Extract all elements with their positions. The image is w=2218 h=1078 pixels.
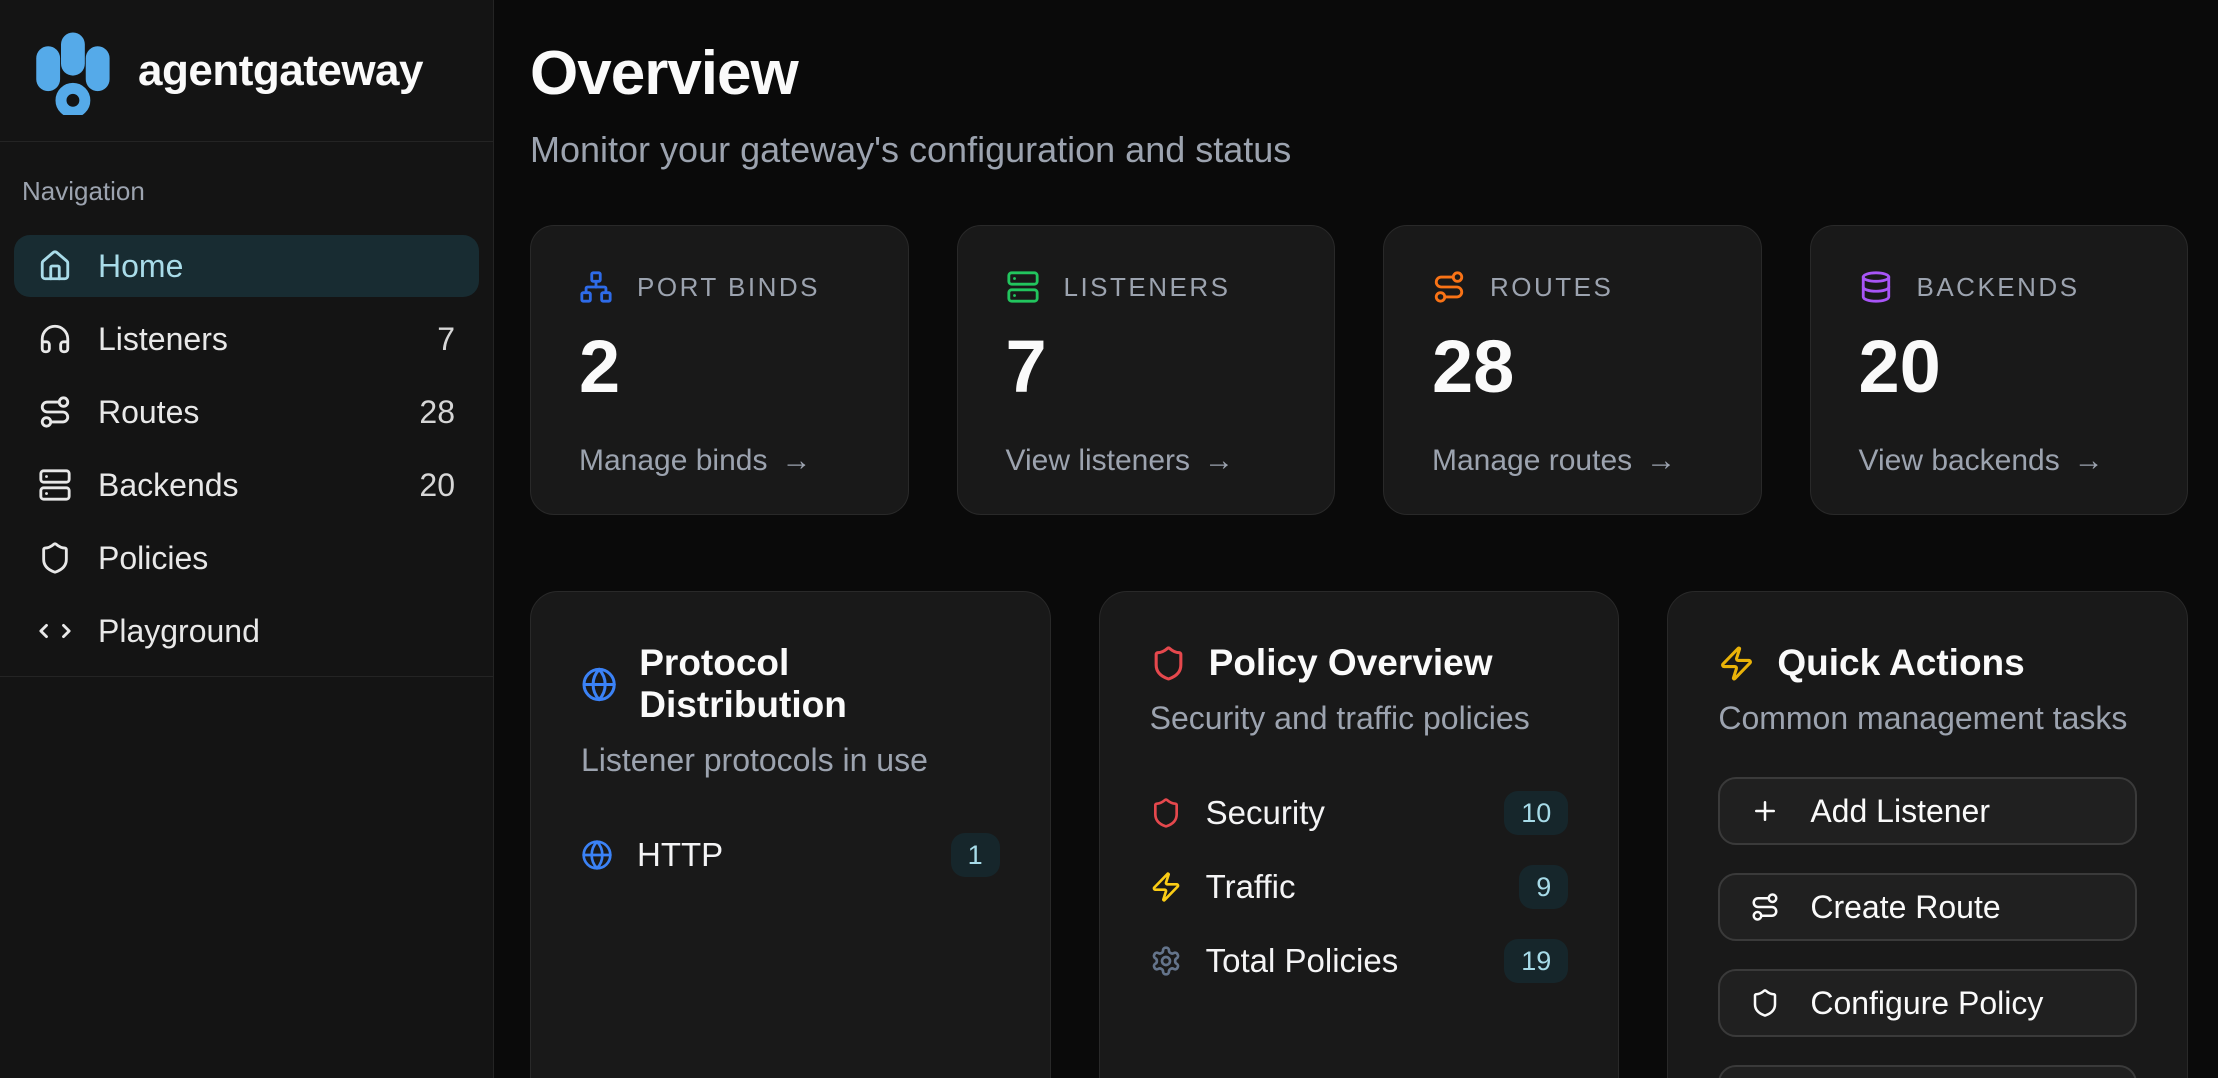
sidebar-item-count: 20: [419, 467, 455, 504]
shield-icon: [38, 541, 72, 575]
create-route-button[interactable]: Create Route: [1718, 873, 2137, 941]
stat-link-label: Manage routes: [1432, 444, 1632, 478]
shield-icon: [1750, 988, 1780, 1018]
shield-icon: [1150, 645, 1187, 682]
count-badge: 10: [1504, 791, 1568, 835]
configure-policy-button[interactable]: Configure Policy: [1718, 969, 2137, 1037]
code-icon: [38, 614, 72, 648]
policy-label: Security: [1206, 794, 1325, 832]
sidebar-item-label: Backends: [98, 467, 239, 504]
route-icon: [1750, 892, 1780, 922]
card-subtitle: Listener protocols in use: [581, 742, 1000, 779]
zap-icon: [1150, 871, 1182, 903]
view-listeners-link[interactable]: View listeners →: [1006, 444, 1287, 478]
page-subtitle: Monitor your gateway's configuration and…: [530, 129, 2188, 171]
protocol-label: HTTP: [637, 836, 723, 874]
sidebar-item-count: 28: [419, 394, 455, 431]
stat-value: 28: [1432, 330, 1713, 404]
zap-icon: [1718, 645, 1755, 682]
stat-link-label: Manage binds: [579, 444, 767, 478]
action-button-label: Add Listener: [1810, 793, 1990, 830]
sidebar-item-label: Listeners: [98, 321, 228, 358]
brand-header: agentgateway: [0, 0, 493, 142]
sidebar-item-policies[interactable]: Policies: [14, 527, 479, 589]
sidebar-item-backends[interactable]: Backends 20: [14, 454, 479, 516]
stat-card-port-binds: PORT BINDS 2 Manage binds →: [530, 225, 909, 515]
arrow-right-icon: →: [781, 444, 811, 478]
card-title: Policy Overview: [1209, 642, 1493, 684]
action-button-label: Configure Policy: [1810, 985, 2043, 1022]
policy-row-security: Security 10: [1150, 789, 1569, 837]
sidebar-item-label: Home: [98, 248, 183, 285]
sidebar-item-label: Routes: [98, 394, 199, 431]
stat-link-label: View listeners: [1006, 444, 1191, 478]
house-icon: [38, 249, 72, 283]
gear-icon: [1150, 945, 1182, 977]
main-content: Overview Monitor your gateway's configur…: [495, 0, 2218, 1078]
manage-routes-link[interactable]: Manage routes →: [1432, 444, 1713, 478]
nav-section-label: Navigation: [22, 176, 479, 207]
detail-cards-row: Protocol Distribution Listener protocols…: [530, 591, 2188, 1078]
globe-icon: [581, 839, 613, 871]
route-icon: [38, 395, 72, 429]
policy-label: Traffic: [1206, 868, 1296, 906]
stat-value: 20: [1859, 330, 2140, 404]
policy-row-total: Total Policies 19: [1150, 937, 1569, 985]
stat-value: 7: [1006, 330, 1287, 404]
count-badge: 9: [1519, 865, 1568, 909]
sidebar-nav: Navigation Home Listeners 7 Routes 28 Ba…: [0, 142, 493, 677]
server-icon: [38, 468, 72, 502]
brand-name: agentgateway: [138, 46, 423, 96]
card-title: Protocol Distribution: [639, 642, 999, 726]
view-backends-link[interactable]: View backends →: [1859, 444, 2140, 478]
sidebar-divider: [0, 676, 493, 677]
protocol-row-http: HTTP 1: [581, 831, 1000, 879]
arrow-right-icon: →: [1204, 444, 1234, 478]
globe-icon: [581, 666, 617, 703]
stats-row: PORT BINDS 2 Manage binds → LISTENERS 7 …: [530, 225, 2188, 515]
sidebar: agentgateway Navigation Home Listeners 7…: [0, 0, 494, 1078]
card-title: Quick Actions: [1777, 642, 2024, 684]
route-icon: [1432, 270, 1466, 304]
stat-label: BACKENDS: [1917, 272, 2080, 303]
server-icon: [1006, 270, 1040, 304]
sidebar-item-home[interactable]: Home: [14, 235, 479, 297]
count-badge: 1: [951, 833, 1000, 877]
agentgateway-logo-icon: [26, 27, 118, 115]
policy-overview-card: Policy Overview Security and traffic pol…: [1099, 591, 1620, 1078]
stat-label: PORT BINDS: [637, 272, 820, 303]
shield-icon: [1150, 797, 1182, 829]
count-badge: 19: [1504, 939, 1568, 983]
sidebar-item-label: Policies: [98, 540, 208, 577]
stat-value: 2: [579, 330, 860, 404]
sidebar-item-routes[interactable]: Routes 28: [14, 381, 479, 443]
quick-actions-card: Quick Actions Common management tasks Ad…: [1667, 591, 2188, 1078]
plus-icon: [1750, 796, 1780, 826]
policy-label: Total Policies: [1206, 942, 1399, 980]
stat-card-listeners: LISTENERS 7 View listeners →: [957, 225, 1336, 515]
stat-card-backends: BACKENDS 20 View backends →: [1810, 225, 2189, 515]
sidebar-item-playground[interactable]: Playground: [14, 600, 479, 662]
action-button-label: Create Route: [1810, 889, 2000, 926]
stat-link-label: View backends: [1859, 444, 2060, 478]
card-subtitle: Security and traffic policies: [1150, 700, 1569, 737]
stat-card-routes: ROUTES 28 Manage routes →: [1383, 225, 1762, 515]
protocol-distribution-card: Protocol Distribution Listener protocols…: [530, 591, 1051, 1078]
stat-label: LISTENERS: [1064, 272, 1231, 303]
card-subtitle: Common management tasks: [1718, 700, 2137, 737]
add-listener-button[interactable]: Add Listener: [1718, 777, 2137, 845]
stat-label: ROUTES: [1490, 272, 1613, 303]
action-button-partial[interactable]: [1718, 1065, 2137, 1078]
arrow-right-icon: →: [1646, 444, 1676, 478]
arrow-right-icon: →: [2074, 444, 2104, 478]
network-icon: [579, 270, 613, 304]
sidebar-item-listeners[interactable]: Listeners 7: [14, 308, 479, 370]
manage-binds-link[interactable]: Manage binds →: [579, 444, 860, 478]
headphones-icon: [38, 322, 72, 356]
sidebar-item-count: 7: [437, 321, 455, 358]
database-icon: [1859, 270, 1893, 304]
sidebar-item-label: Playground: [98, 613, 260, 650]
page-title: Overview: [530, 38, 2188, 109]
policy-row-traffic: Traffic 9: [1150, 863, 1569, 911]
